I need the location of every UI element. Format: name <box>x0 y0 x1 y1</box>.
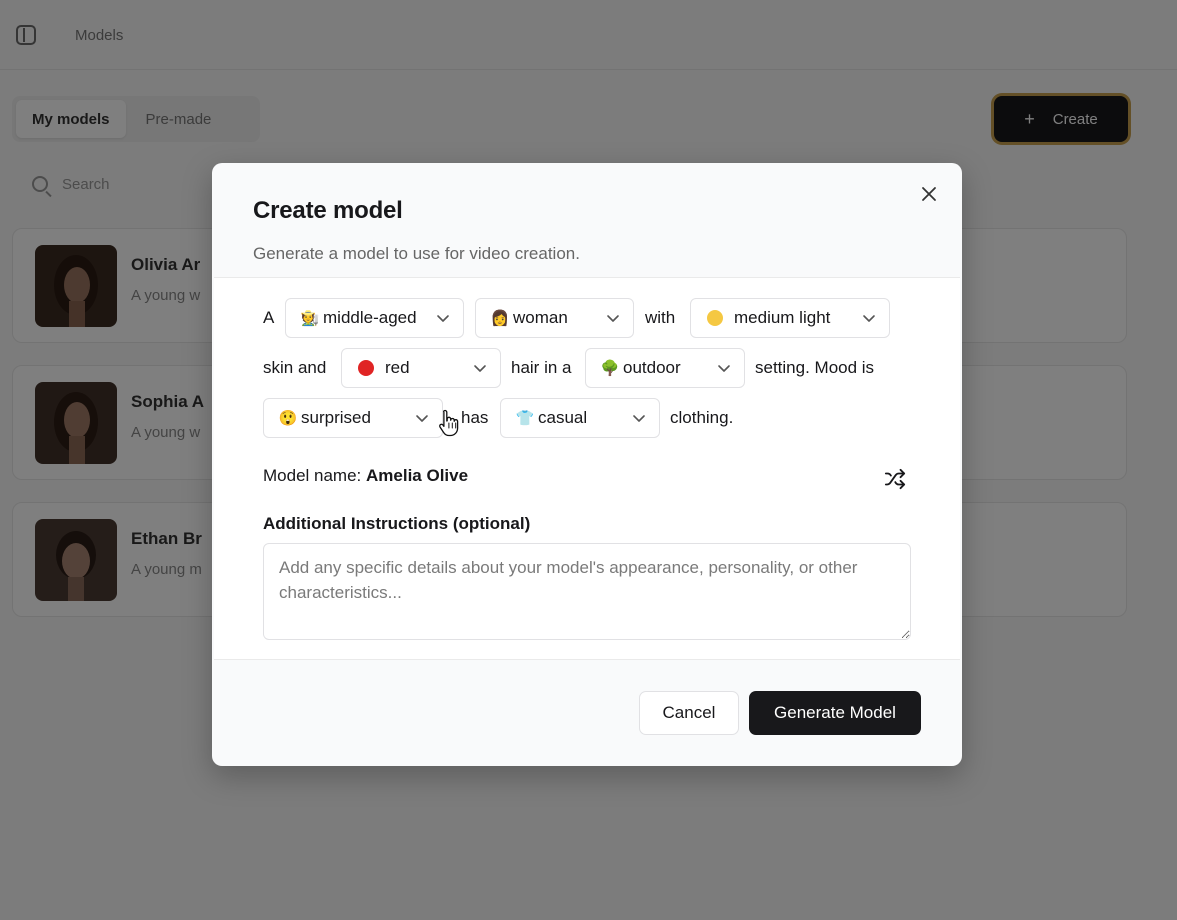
create-model-dialog: Create model Generate a model to use for… <box>212 163 962 766</box>
farmer-emoji-icon: 🧑‍🌾 <box>300 310 320 327</box>
instructions-label: Additional Instructions (optional) <box>263 514 531 533</box>
cancel-button[interactable]: Cancel <box>639 691 739 735</box>
model-name-label: Model name: <box>263 466 362 485</box>
dialog-title: Create model <box>253 197 403 224</box>
dialog-body: A 🧑‍🌾 middle-aged 👩 woman with medium li… <box>214 277 960 660</box>
skin-tone-select[interactable]: medium light <box>690 298 890 338</box>
model-name-value: Amelia Olive <box>366 466 469 485</box>
skin-tone-select-value: medium light <box>734 308 831 327</box>
mood-select-value: surprised <box>301 408 371 427</box>
sentence-word: with <box>645 308 676 327</box>
sentence-word: setting. Mood is <box>755 358 875 377</box>
hair-color-select[interactable]: red <box>341 348 501 388</box>
chevron-down-icon <box>416 415 428 422</box>
sentence-word: A <box>263 308 275 327</box>
sentence-word: hair in a <box>511 358 572 377</box>
woman-emoji-icon: 👩 <box>490 310 510 327</box>
shirt-emoji-icon: 👕 <box>515 410 535 427</box>
sentence-word: has <box>461 408 489 427</box>
hair-color-swatch <box>357 360 375 376</box>
chevron-down-icon <box>633 415 645 422</box>
chevron-down-icon <box>863 315 875 322</box>
dialog-description: Generate a model to use for video creati… <box>253 244 580 263</box>
age-select-value: middle-aged <box>323 308 417 327</box>
chevron-down-icon <box>437 315 449 322</box>
tree-emoji-icon: 🌳 <box>600 360 620 377</box>
mood-select[interactable]: 😲 surprised <box>263 398 443 438</box>
shuffle-icon <box>884 468 906 490</box>
clothing-select[interactable]: 👕 casual <box>500 398 660 438</box>
randomize-name-button[interactable] <box>884 468 908 492</box>
setting-select[interactable]: 🌳 outdoor <box>585 348 745 388</box>
gender-select-value: woman <box>513 308 568 327</box>
sentence-word: skin and <box>263 358 327 377</box>
hair-color-select-value: red <box>385 358 410 377</box>
chevron-down-icon <box>607 315 619 322</box>
chevron-down-icon <box>474 365 486 372</box>
generate-model-button[interactable]: Generate Model <box>749 691 921 735</box>
sentence-word: clothing. <box>670 408 734 427</box>
setting-select-value: outdoor <box>623 358 681 377</box>
chevron-down-icon <box>718 365 730 372</box>
clothing-select-value: casual <box>538 408 588 427</box>
skin-color-swatch <box>706 310 724 326</box>
close-icon <box>922 187 936 201</box>
age-select[interactable]: 🧑‍🌾 middle-aged <box>285 298 464 338</box>
surprised-emoji-icon: 😲 <box>278 410 298 427</box>
gender-select[interactable]: 👩 woman <box>475 298 634 338</box>
close-button[interactable] <box>918 183 940 205</box>
instructions-textarea[interactable] <box>263 543 911 640</box>
model-name-row: Model name: Amelia Olive <box>263 466 468 486</box>
